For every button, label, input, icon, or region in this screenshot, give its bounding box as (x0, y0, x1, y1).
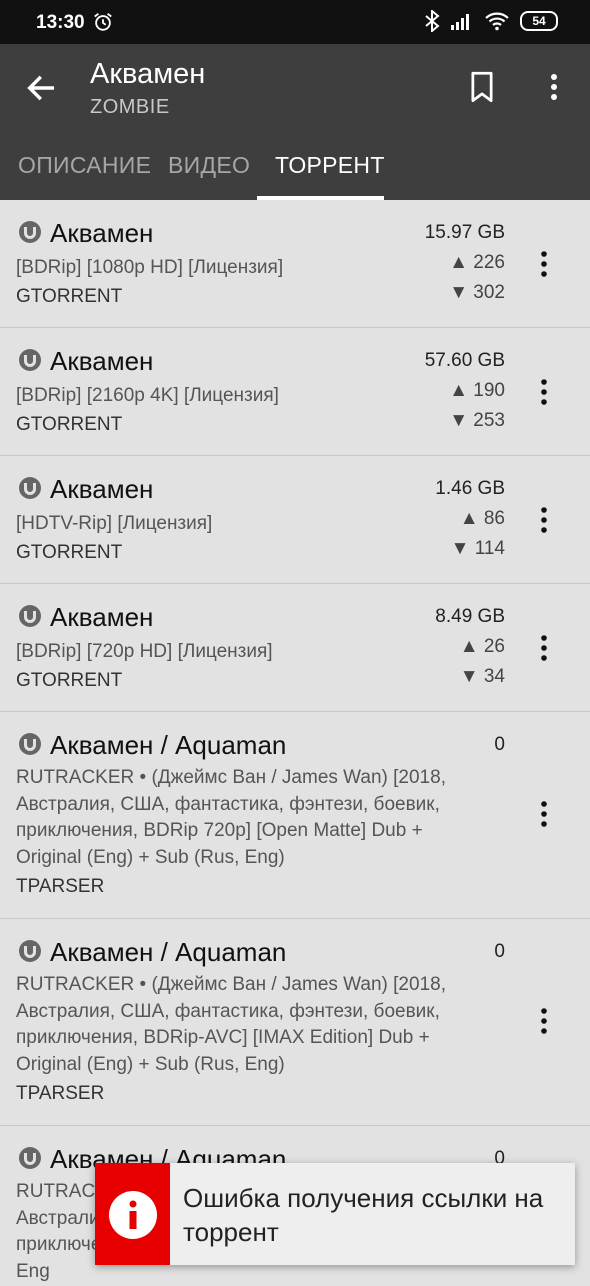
info-icon (109, 1191, 157, 1239)
bluetooth-icon (425, 10, 440, 32)
tab-description[interactable]: ОПИСАНИЕ (18, 152, 151, 179)
tab-torrent[interactable]: ТОРРЕНТ (275, 152, 385, 179)
utorrent-icon (19, 940, 41, 962)
torrent-name: Аквамен (50, 602, 154, 632)
torrent-seeds: ▲ 26 (459, 636, 505, 657)
page-subtitle: ZOMBIE (90, 96, 170, 118)
torrent-source: GTORRENT (16, 414, 123, 435)
status-bar: 13:30 54 (0, 0, 590, 44)
torrent-item[interactable]: Аквамен [BDRip] [2160p 4K] [Лицензия] GT… (0, 328, 590, 456)
torrent-name: Аквамен (50, 218, 154, 248)
torrent-item[interactable]: Аквамен [BDRip] [720p HD] [Лицензия] GTO… (0, 584, 590, 712)
torrent-details: [BDRip] [720p HD] [Лицензия] (16, 641, 273, 662)
torrent-item[interactable]: Аквамен [BDRip] [1080p HD] [Лицензия] GT… (0, 200, 590, 328)
torrent-seeds: ▲ 226 (449, 252, 505, 273)
item-more-icon[interactable] (534, 505, 554, 535)
error-snackbar: Ошибка получения ссылки на торрент (95, 1163, 575, 1265)
torrent-seeds: ▲ 86 (459, 508, 505, 529)
torrent-item[interactable]: Аквамен / Aquaman 0 RUTRACKER • (Джеймс … (0, 712, 590, 919)
torrent-size: 8.49 GB (435, 606, 505, 627)
torrent-source: GTORRENT (16, 670, 123, 691)
torrent-item[interactable]: Аквамен [HDTV-Rip] [Лицензия] GTORRENT 1… (0, 456, 590, 584)
torrent-source: GTORRENT (16, 542, 123, 563)
utorrent-icon (19, 605, 41, 627)
utorrent-icon (19, 733, 41, 755)
torrent-size: 57.60 GB (424, 350, 505, 371)
torrent-details: [BDRip] [1080p HD] [Лицензия] (16, 257, 284, 278)
torrent-source: GTORRENT (16, 286, 123, 307)
torrent-details: RUTRACKER • (Джеймс Ван / James Wan) [20… (16, 974, 446, 1075)
tab-bar: ОПИСАНИЕ ВИДЕО ТОРРЕНТ (0, 148, 590, 200)
utorrent-icon (19, 349, 41, 371)
torrent-size: 15.97 GB (424, 222, 505, 243)
battery-icon: 54 (520, 11, 558, 31)
item-more-icon[interactable] (534, 633, 554, 663)
torrent-seeds: ▲ 190 (449, 380, 505, 401)
torrent-peers: ▼ 302 (449, 282, 505, 303)
item-more-icon[interactable] (534, 249, 554, 279)
torrent-list: Аквамен [BDRip] [1080p HD] [Лицензия] GT… (0, 200, 590, 1286)
torrent-name: Аквамен / Aquaman (50, 730, 287, 760)
back-arrow-icon[interactable] (24, 71, 58, 105)
page-title: Аквамен (90, 58, 206, 90)
status-time: 13:30 (36, 12, 85, 33)
more-vert-icon[interactable] (540, 70, 568, 104)
torrent-size: 0 (494, 734, 505, 755)
torrent-details: [HDTV-Rip] [Лицензия] (16, 513, 213, 534)
torrent-details: RUTRACKER • (Джеймс Ван / James Wan) [20… (16, 767, 446, 868)
utorrent-icon (19, 1147, 41, 1169)
item-more-icon[interactable] (534, 377, 554, 407)
torrent-item[interactable]: Аквамен / Aquaman 0 RUTRACKER • (Джеймс … (0, 919, 590, 1126)
utorrent-icon (19, 221, 41, 243)
torrent-name: Аквамен / Aquaman (50, 937, 287, 967)
torrent-name: Аквамен (50, 346, 154, 376)
tab-video[interactable]: ВИДЕО (168, 152, 250, 179)
app-bar: Аквамен ZOMBIE ОПИСАНИЕ ВИДЕО ТОРРЕНТ (0, 44, 590, 200)
item-more-icon[interactable] (534, 1006, 554, 1036)
wifi-icon (485, 12, 509, 31)
item-more-icon[interactable] (534, 799, 554, 829)
torrent-peers: ▼ 34 (459, 666, 505, 687)
torrent-peers: ▼ 114 (450, 538, 505, 559)
snackbar-message: Ошибка получения ссылки на торрент (183, 1183, 544, 1247)
alarm-icon (94, 13, 112, 31)
torrent-details: [BDRip] [2160p 4K] [Лицензия] (16, 385, 279, 406)
bookmark-icon[interactable] (468, 71, 496, 103)
torrent-size: 0 (494, 941, 505, 962)
torrent-peers: ▼ 253 (449, 410, 505, 431)
snackbar-icon-container (95, 1163, 170, 1265)
utorrent-icon (19, 477, 41, 499)
torrent-name: Аквамен (50, 474, 154, 504)
torrent-size: 1.46 GB (435, 478, 505, 499)
torrent-source: TPARSER (16, 876, 105, 897)
torrent-source: TPARSER (16, 1083, 105, 1104)
signal-icon (451, 14, 469, 30)
